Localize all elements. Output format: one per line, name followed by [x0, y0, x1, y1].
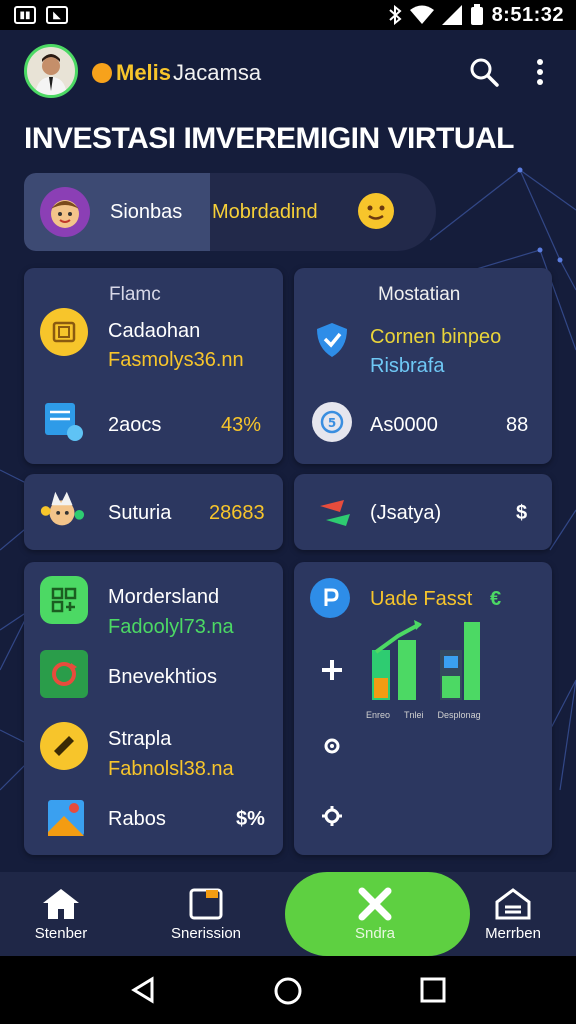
settings-icon[interactable]	[320, 734, 344, 758]
list-item4-title: Rabos	[108, 808, 166, 830]
search-icon	[470, 58, 499, 87]
more-options-button[interactable]	[522, 54, 558, 90]
card-flame-row2-value: 43%	[221, 414, 262, 436]
currency-p-icon	[310, 578, 350, 618]
card-osatyd-value: $	[516, 502, 528, 524]
card-suturia-value: 28683	[209, 502, 265, 524]
nav-item-center[interactable]: Sndra	[334, 872, 416, 956]
chart-legend-item: Tnlei	[404, 710, 424, 720]
brand-prefix: Melis	[116, 60, 172, 85]
app-header: Melis Jacamsa	[0, 30, 576, 120]
ticket-icon	[40, 722, 88, 770]
list-item2-title: Bnevekhtios	[108, 666, 217, 688]
card-mostatian-row2-label: As0000	[370, 414, 438, 436]
home-icon	[43, 888, 79, 919]
card-flame-row2-label: 2aocs	[108, 414, 162, 436]
refresh-icon	[40, 650, 88, 698]
image-icon	[42, 794, 90, 842]
list-item4-value: $%	[236, 808, 265, 830]
brand-emblem-icon	[92, 63, 112, 83]
more-vertical-icon	[537, 59, 543, 85]
card-mostatian-row1-subtitle: Risbrafa	[370, 355, 445, 377]
nav-item-submission[interactable]: Snerission	[165, 872, 247, 956]
nav-item-label: Snerission	[170, 924, 242, 942]
card-flame[interactable]: Flamc Cadaohan Fasmolys36.nn 2aocs 43%	[24, 268, 283, 464]
smiley-icon	[358, 193, 394, 229]
user-portrait-icon	[35, 54, 67, 95]
status-bar: ▮▮ ◣ 8:51:32	[0, 0, 576, 30]
card-mostatian-row2-value: 88	[506, 414, 529, 436]
card-flame-row1-subtitle: Fasmolys36.nn	[108, 349, 244, 371]
house-outline-icon	[495, 887, 531, 919]
list-item3-title: Strapla	[108, 728, 172, 750]
clock: 8:51:32	[491, 3, 564, 26]
card-mostatian[interactable]: Mostatian Cornen binpeo Risbrafa 5 As000…	[294, 268, 552, 464]
card-suturia[interactable]: Suturia 28683	[24, 474, 283, 550]
switch-option-one-label: Sionbas	[110, 201, 183, 223]
gear-icon[interactable]	[320, 804, 344, 828]
card-osatyd[interactable]: (Jsatya) $	[294, 474, 552, 550]
brand-logo: Melis Jacamsa	[92, 60, 261, 86]
wallet-icon	[40, 308, 88, 356]
system-navigation-bar	[0, 956, 576, 1024]
chart-legend-item: Enreo	[366, 710, 391, 720]
exchange-icon	[312, 488, 360, 536]
sim-icon: ▮▮	[14, 6, 36, 24]
search-button[interactable]	[466, 54, 502, 90]
brand-suffix: Jacamsa	[173, 60, 262, 85]
chart-legend-item: Desplonag	[437, 710, 481, 720]
card-mostatian-title: Mostatian	[378, 284, 461, 305]
signal-icon	[441, 5, 462, 25]
card-chart-title: Uade Fasst	[370, 588, 473, 610]
wifi-icon	[409, 5, 434, 24]
nav-item-home[interactable]: Stenber	[20, 872, 102, 956]
nav-item-member[interactable]: Merrben	[472, 872, 554, 956]
list-item1-subtitle: Fadoolyl73.na	[108, 616, 234, 638]
back-icon[interactable]	[130, 976, 158, 1004]
battery-icon	[470, 4, 483, 25]
switch-option-two-label[interactable]: Mobrdadind	[212, 201, 318, 224]
coin-icon: 5	[312, 402, 352, 442]
recents-icon[interactable]	[420, 977, 446, 1003]
list-item1-title: Mordersland	[108, 586, 220, 608]
inbox-icon	[189, 888, 223, 919]
nav-item-label: Sndra	[354, 924, 396, 942]
list-item3-subtitle: Fabnolsl38.na	[108, 758, 234, 780]
document-icon	[40, 398, 88, 446]
mode-switch[interactable]: Sionbas Mobrdadind	[24, 173, 436, 251]
card-suturia-label: Suturia	[108, 502, 172, 524]
card-osatyd-label: (Jsatya)	[370, 502, 442, 524]
notification-icon: ◣	[46, 6, 68, 24]
card-flame-row1-title: Cadaohan	[108, 320, 201, 342]
home-circle-icon[interactable]	[273, 976, 303, 1006]
card-chart[interactable]: Uade Fasst € Enreo Tnlei Desplonag	[294, 562, 552, 855]
page-title: INVESTASI IMVEREMIGIN VIRTUAL	[24, 122, 514, 155]
bluetooth-icon	[388, 5, 402, 25]
svg-text:5: 5	[328, 416, 336, 430]
card-mostatian-row1-title: Cornen binpeo	[370, 326, 502, 348]
bottom-navigation: Stenber Snerission Sndra Merrben	[0, 872, 576, 956]
nav-item-label: Merrben	[485, 924, 541, 942]
close-icon	[358, 887, 392, 920]
character-icon	[38, 486, 86, 534]
card-list[interactable]: Mordersland Fadoolyl73.na Bnevekhtios St…	[24, 562, 283, 855]
card-chart-title-symbol: €	[490, 588, 502, 610]
chart-legend: Enreo Tnlei Desplonag	[366, 710, 481, 720]
nav-item-label: Stenber	[34, 924, 88, 942]
avatar[interactable]	[24, 44, 78, 98]
grid-app-icon	[40, 576, 88, 624]
card-flame-title: Flamc	[109, 284, 161, 305]
plus-icon[interactable]	[320, 658, 344, 682]
character-avatar-icon	[40, 187, 90, 237]
shield-icon	[308, 316, 356, 364]
